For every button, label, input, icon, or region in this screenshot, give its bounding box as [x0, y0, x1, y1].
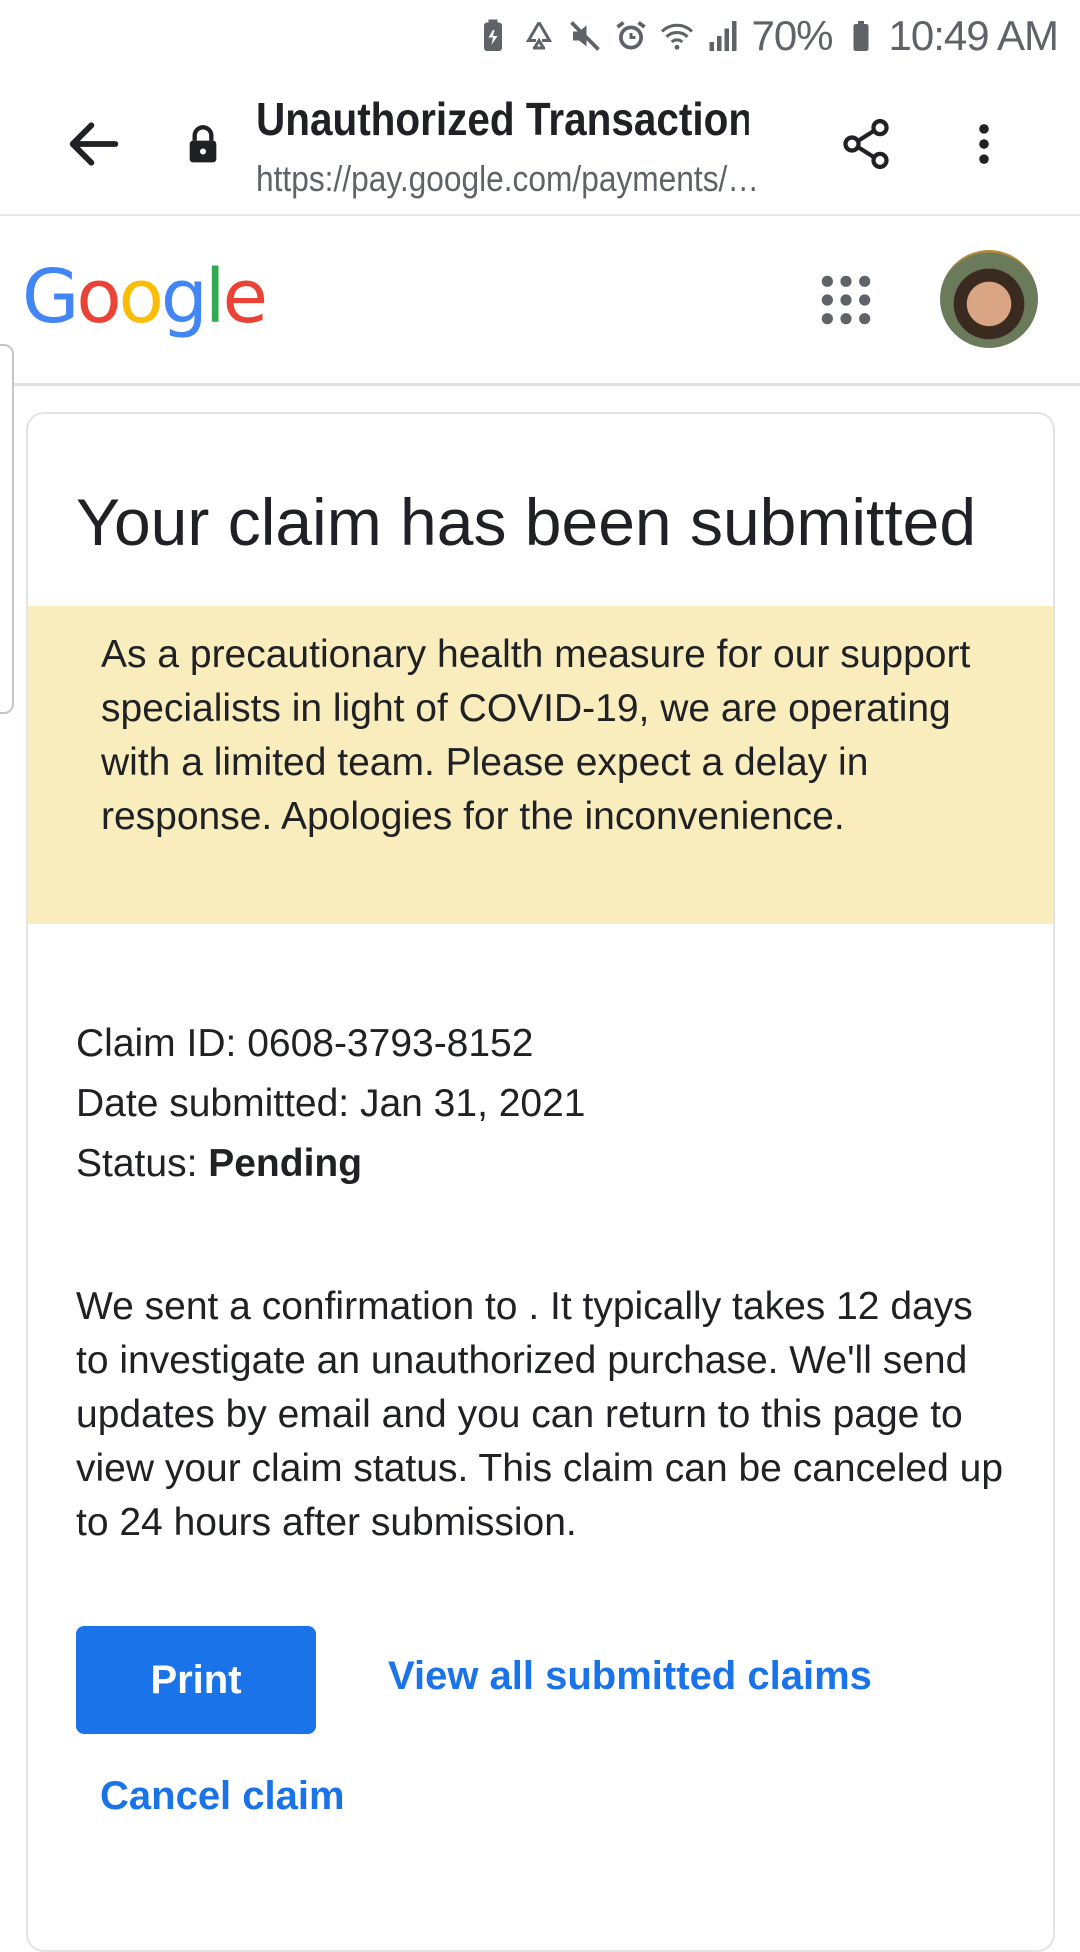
url-bar[interactable]: https://pay.google.com/payments/… — [256, 158, 802, 200]
battery-icon — [853, 21, 869, 51]
alarm-icon — [616, 21, 647, 50]
status-bar: 70% 10:49 AM — [0, 0, 1080, 72]
apps-grid-icon[interactable] — [818, 272, 874, 328]
lock-icon[interactable] — [186, 124, 220, 164]
browser-toolbar: Unauthorized Transactions https://pay.go… — [0, 72, 1080, 216]
battery-saver-icon — [484, 19, 503, 51]
edge-panel-handle[interactable] — [0, 344, 14, 714]
avatar[interactable] — [940, 250, 1038, 348]
claim-id-value: 0608-3793-8152 — [247, 1022, 534, 1065]
date-label: Date submitted: — [76, 1082, 360, 1125]
more-vert-icon[interactable] — [958, 112, 1010, 176]
claim-card: Your claim has been submitted As a preca… — [26, 412, 1055, 1952]
logo-letter: o — [118, 254, 164, 340]
battery-percent: 70% — [751, 12, 833, 59]
logo-letter: G — [22, 254, 79, 340]
wifi-icon — [661, 23, 694, 50]
claim-title: Your claim has been submitted — [76, 485, 977, 559]
status-label: Status: — [76, 1142, 209, 1185]
claim-details: Claim ID: 0608-3793-8152 Date submitted:… — [76, 1014, 586, 1194]
share-icon[interactable] — [838, 114, 894, 174]
confirmation-text: We sent a confirmation to . It typically… — [76, 1285, 1004, 1544]
covid-notice-banner: As a precautionary health measure for ou… — [28, 606, 1053, 924]
date-submitted-row: Date submitted: Jan 31, 2021 — [76, 1074, 586, 1134]
status-row: Status: Pending — [76, 1134, 586, 1194]
print-button[interactable]: Print — [76, 1626, 316, 1734]
status-value: Pending — [208, 1142, 363, 1185]
cancel-claim-link[interactable]: Cancel claim — [100, 1774, 345, 1819]
date-value: Jan 31, 2021 — [359, 1082, 586, 1125]
signal-icon — [709, 21, 737, 51]
page-title[interactable]: Unauthorized Transactions — [256, 92, 749, 146]
google-header: Google — [0, 216, 1080, 386]
mute-icon — [570, 21, 601, 51]
logo-letter: o — [76, 254, 121, 340]
back-arrow-icon[interactable] — [62, 112, 126, 176]
status-icons: 70% 10:49 AM — [475, 8, 1059, 64]
logo-letter: e — [222, 254, 267, 340]
notice-text: As a precautionary health measure for ou… — [101, 633, 971, 838]
logo-letter: l — [204, 254, 225, 340]
google-logo[interactable]: Google — [22, 254, 268, 340]
logo-letter: g — [160, 254, 208, 340]
view-all-claims-link[interactable]: View all submitted claims — [388, 1654, 872, 1699]
claim-id-label: Claim ID: — [76, 1022, 248, 1065]
claim-id-row: Claim ID: 0608-3793-8152 — [76, 1014, 586, 1074]
recycle-icon — [526, 21, 553, 50]
clock: 10:49 AM — [888, 12, 1059, 59]
